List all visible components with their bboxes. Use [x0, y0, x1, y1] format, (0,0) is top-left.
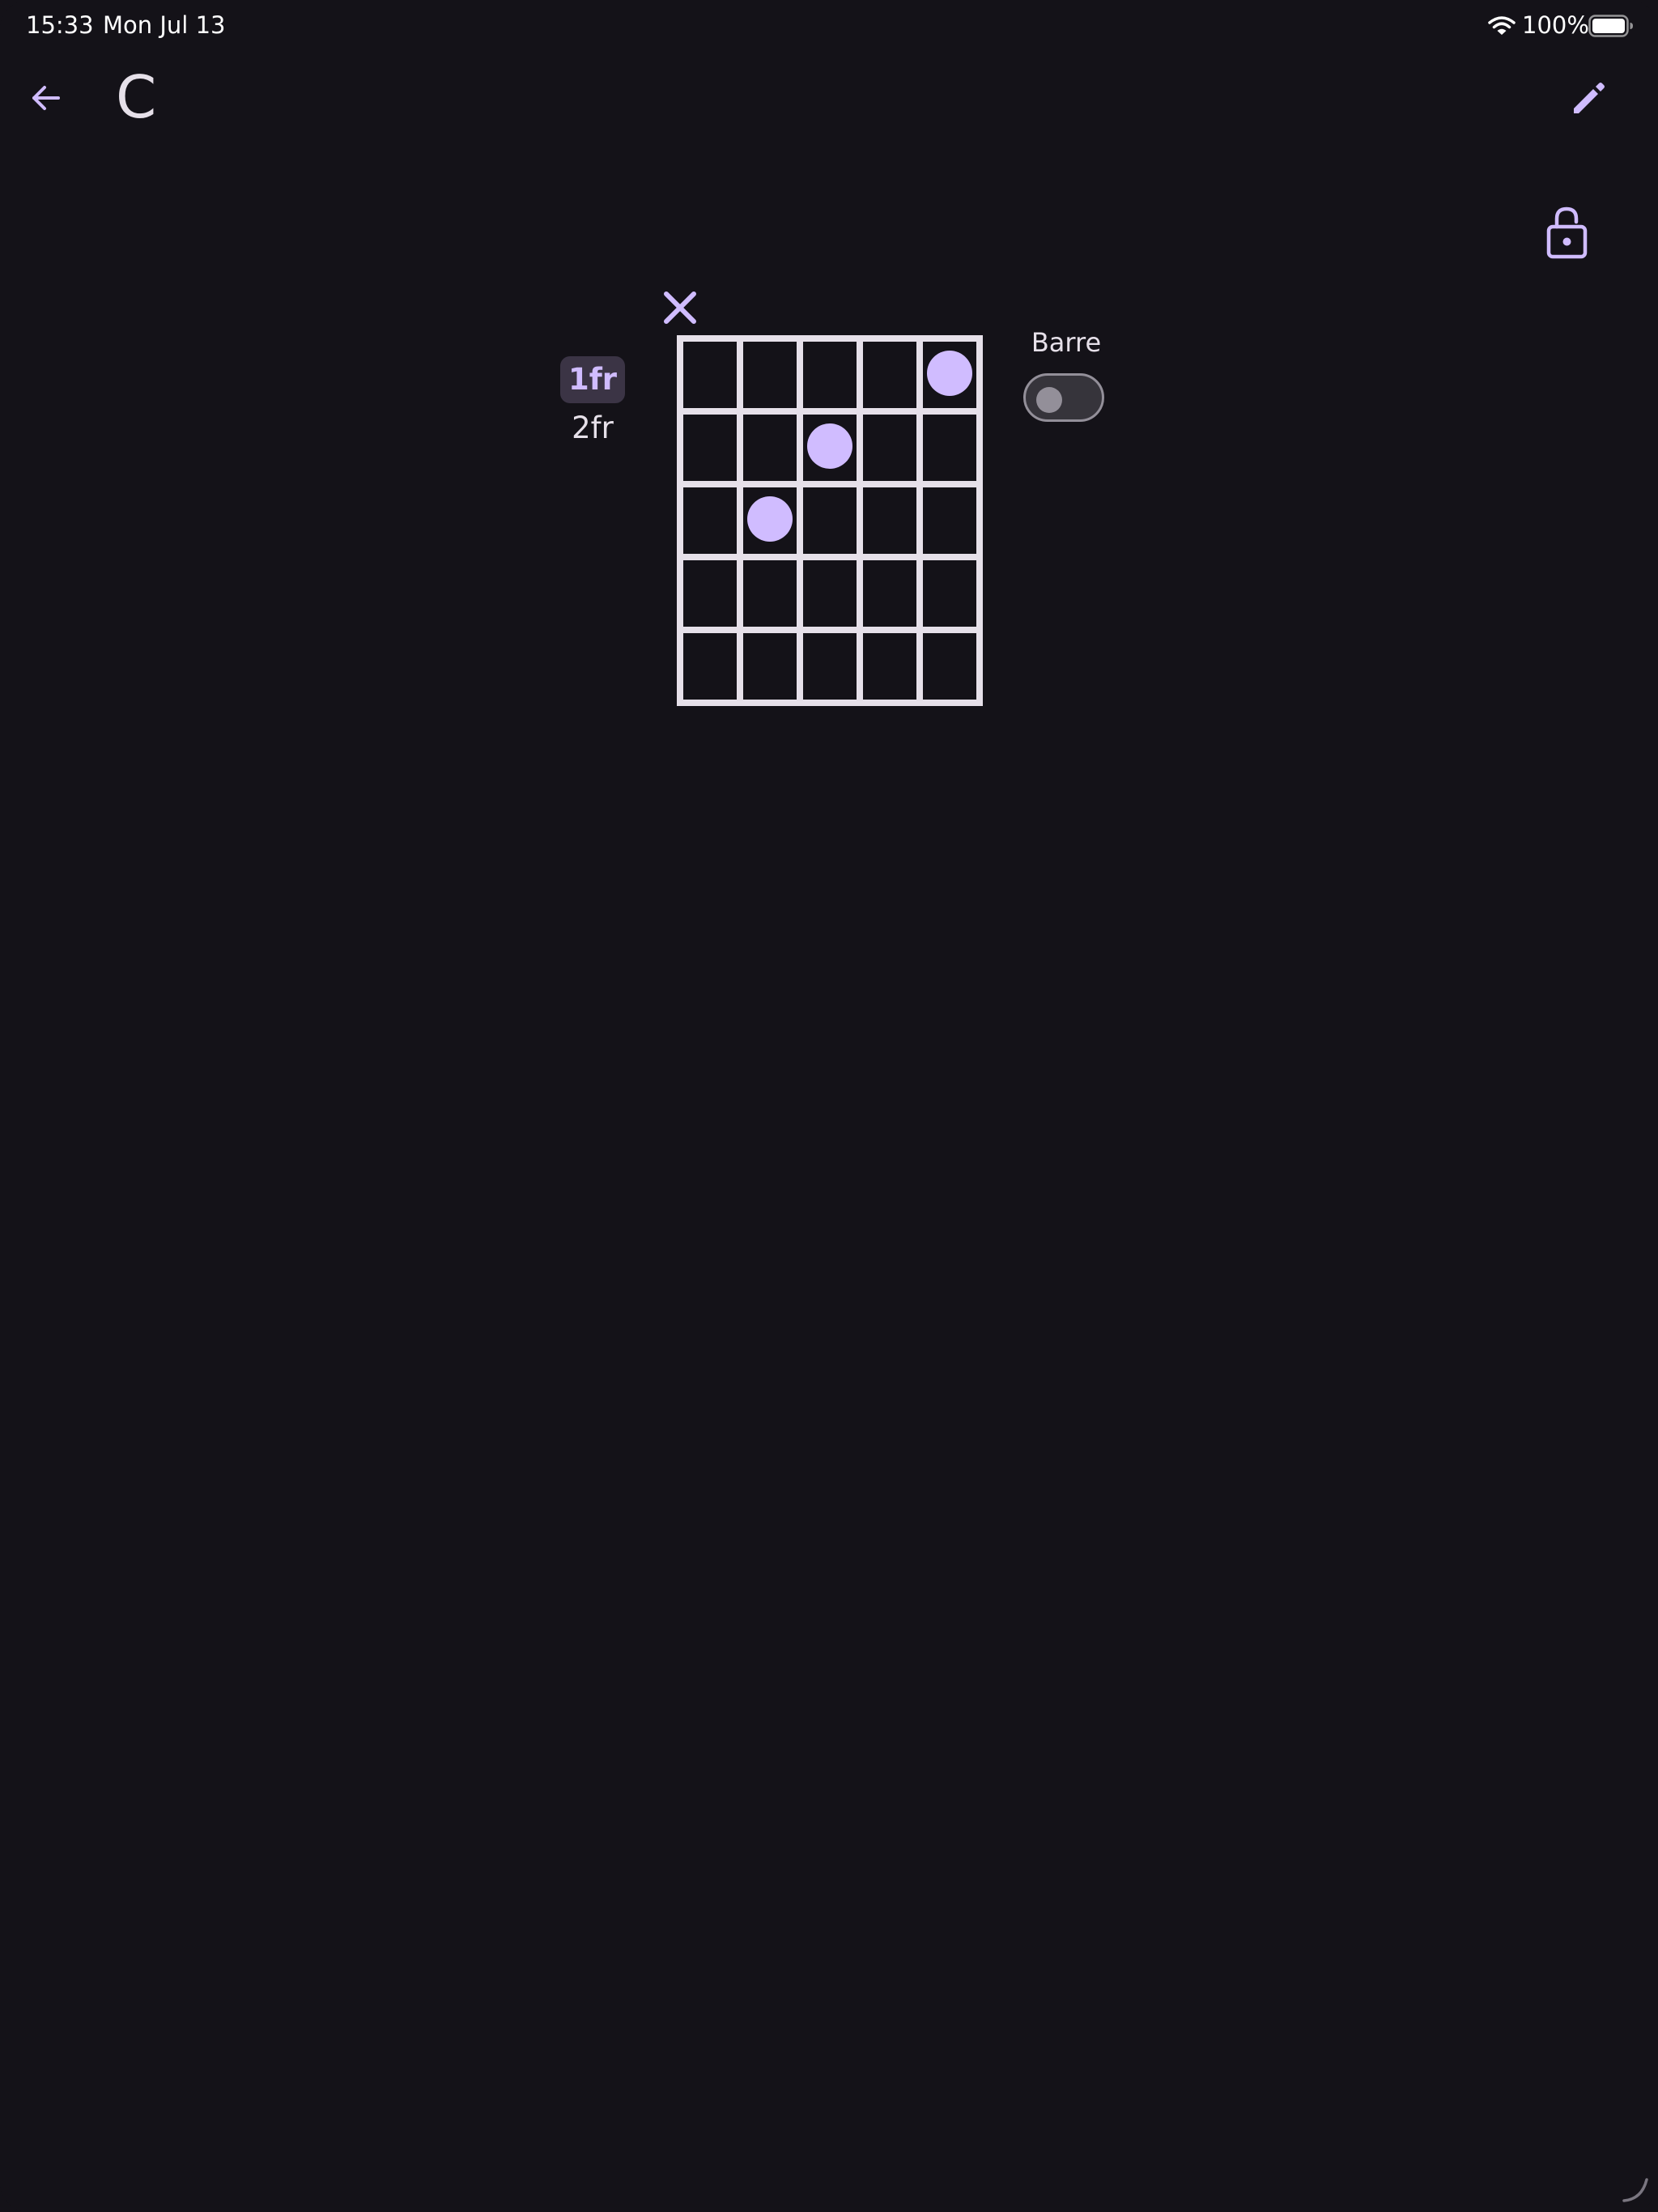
fret-option-2fr[interactable]: 2fr — [560, 405, 625, 452]
pencil-edit-icon — [1574, 83, 1605, 113]
lock-button[interactable] — [1540, 204, 1595, 261]
battery-icon — [1588, 15, 1633, 37]
chord-editor-screen: 15:33 Mon Jul 13 100% C 1fr 2fr Barre — [0, 0, 1658, 2212]
fretboard-grid — [677, 335, 983, 706]
finger-dot[interactable] — [807, 423, 852, 469]
wifi-icon — [1488, 16, 1516, 35]
finger-dot[interactable] — [927, 351, 972, 396]
fret-option-1fr[interactable]: 1fr — [560, 356, 625, 403]
finger-dot[interactable] — [747, 496, 793, 542]
barre-label: Barre — [1031, 327, 1102, 358]
chord-title: C — [116, 63, 157, 131]
barre-toggle-thumb — [1036, 387, 1062, 413]
status-time: 15:33 — [26, 11, 94, 39]
chord-diagram — [664, 291, 983, 706]
arrow-back-icon — [32, 86, 60, 110]
lock-open-icon — [1546, 206, 1588, 259]
status-date: Mon Jul 13 — [103, 11, 226, 39]
resize-handle-icon — [1622, 2178, 1648, 2202]
barre-toggle[interactable] — [1023, 373, 1104, 422]
edit-button[interactable] — [1566, 74, 1613, 121]
muted-string-x-icon[interactable] — [664, 291, 696, 324]
string-markers — [664, 291, 696, 324]
finger-dots — [747, 351, 972, 542]
back-button[interactable] — [23, 74, 70, 121]
battery-percent: 100% — [1522, 11, 1589, 39]
fretboard-frame — [677, 335, 983, 706]
